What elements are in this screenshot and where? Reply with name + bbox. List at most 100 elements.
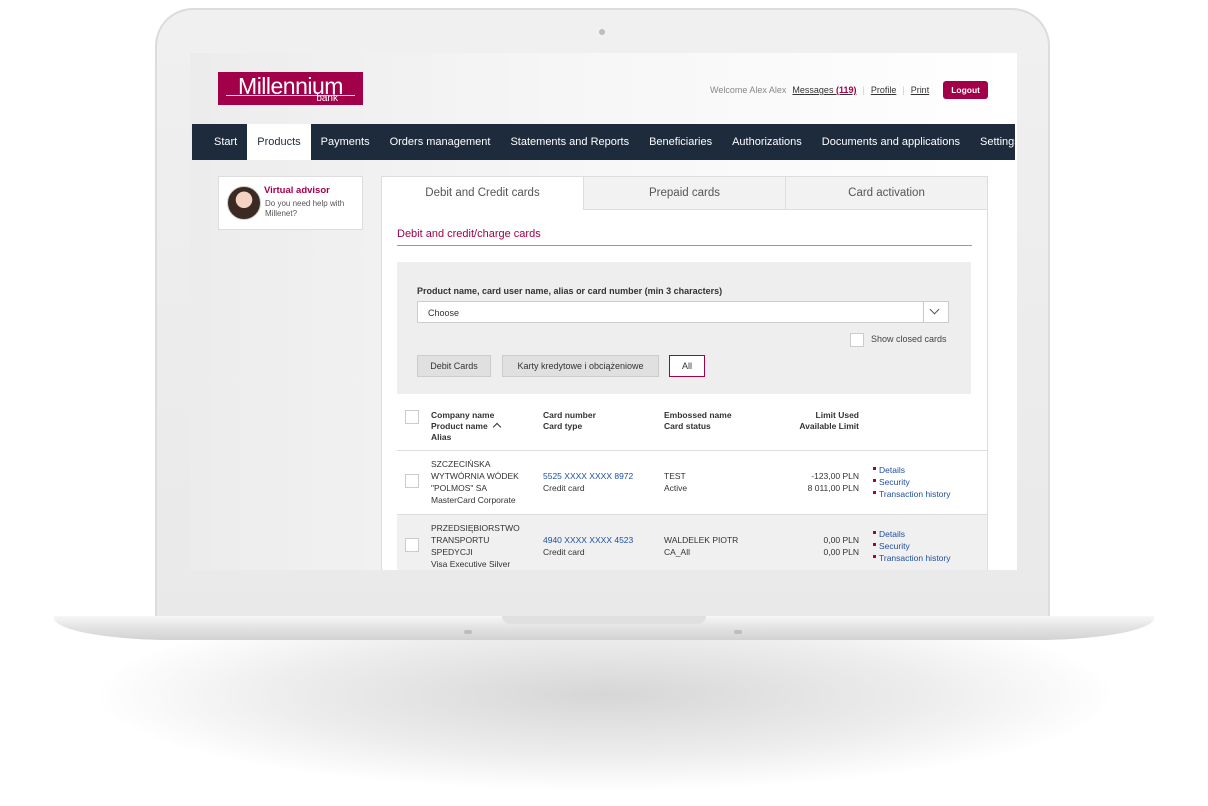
- separator: |: [902, 85, 905, 95]
- nav-item-products[interactable]: Products: [247, 124, 311, 160]
- header-company-name: Company name: [431, 410, 495, 420]
- header-product-name: Product name: [431, 421, 502, 432]
- card-search-select[interactable]: Choose: [417, 301, 949, 323]
- company-cell: SZCZECIŃSKA WYTWÓRNIA WÓDEK "POLMOS" SA …: [431, 458, 519, 506]
- credit-cards-button[interactable]: Karty kredytowe i obciążeniowe: [502, 355, 659, 377]
- tab-prepaid-cards[interactable]: Prepaid cards: [583, 177, 785, 210]
- card-number-link[interactable]: 5525 XXXX XXXX 8972: [543, 470, 633, 482]
- laptop-notch: [502, 616, 706, 624]
- top-bar: Welcome Alex Alex Messages (119) | Profi…: [710, 81, 988, 99]
- company-cell: PRZEDSIĘBIORSTWO TRANSPORTU SPEDYCJI Vis…: [431, 522, 520, 570]
- nav-item-payments[interactable]: Payments: [311, 124, 380, 160]
- available-limit: 8 011,00 PLN: [807, 483, 859, 493]
- header-card: Card number Card type: [543, 410, 596, 432]
- row-divider: [397, 514, 987, 515]
- card-status: Active: [664, 483, 688, 493]
- card-cell: 5525 XXXX XXXX 8972 Credit card: [543, 470, 633, 494]
- row-checkbox[interactable]: [405, 538, 419, 552]
- profile-link[interactable]: Profile: [871, 85, 897, 95]
- nav-item-orders-management[interactable]: Orders management: [380, 124, 501, 160]
- header-card-type: Card type: [543, 421, 583, 431]
- security-link[interactable]: Security: [873, 540, 951, 552]
- show-closed-checkbox[interactable]: [850, 333, 864, 347]
- advisor-title: Virtual advisor: [264, 185, 330, 196]
- card-status: CA_All: [664, 547, 690, 557]
- nav-item-documents-and-applications[interactable]: Documents and applications: [812, 124, 970, 160]
- messages-link[interactable]: Messages (119): [792, 85, 856, 95]
- virtual-advisor[interactable]: Virtual advisor Do you need help with Mi…: [218, 176, 363, 230]
- row-actions: Details Security Transaction history: [873, 464, 951, 500]
- card-type: Credit card: [543, 483, 585, 493]
- show-closed-label: Show closed cards: [871, 334, 947, 344]
- embossed-name: TEST: [664, 471, 686, 481]
- logout-button[interactable]: Logout: [943, 81, 988, 99]
- embossed-name: WALDELEK PIOTR: [664, 535, 739, 545]
- nav-item-start[interactable]: Start: [192, 124, 247, 160]
- company-line: PRZEDSIĘBIORSTWO: [431, 523, 520, 533]
- laptop-foot-right: [734, 630, 742, 634]
- row-checkbox[interactable]: [405, 474, 419, 488]
- available-limit: 0,00 PLN: [823, 547, 859, 557]
- tab-card-activation[interactable]: Card activation: [785, 177, 987, 210]
- header-embossed-name: Embossed name: [664, 410, 732, 420]
- table-divider: [397, 450, 987, 451]
- advisor-text: Do you need help with Millenet?: [265, 199, 345, 218]
- card-type: Credit card: [543, 547, 585, 557]
- nav-item-statements-and-reports[interactable]: Statements and Reports: [500, 124, 639, 160]
- card-number-link[interactable]: 4940 XXXX XXXX 4523: [543, 534, 633, 546]
- screen: Millennium bank Welcome Alex Alex Messag…: [190, 53, 1017, 570]
- laptop-foot-left: [464, 630, 472, 634]
- limit-cell: 0,00 PLN 0,00 PLN: [772, 534, 859, 558]
- company-line: SZCZECIŃSKA: [431, 459, 491, 469]
- header-company[interactable]: Company name Product name Alias: [431, 410, 502, 443]
- messages-count: (119): [835, 85, 857, 95]
- cards-panel: Debit and Credit cards Prepaid cards Car…: [381, 176, 988, 570]
- row-actions: Details Security Transaction history: [873, 528, 951, 564]
- millennium-logo[interactable]: Millennium bank: [218, 72, 363, 105]
- section-divider: [397, 245, 972, 246]
- header-limit-used: Limit Used: [815, 410, 859, 420]
- header-card-number: Card number: [543, 410, 596, 420]
- header-limit: Limit Used Available Limit: [772, 410, 859, 432]
- camera-dot: [599, 29, 605, 35]
- filter-label: Product name, card user name, alias or c…: [417, 286, 723, 296]
- limit-cell: -123,00 PLN 8 011,00 PLN: [772, 470, 859, 494]
- welcome-text: Welcome Alex Alex: [710, 85, 787, 95]
- nav-item-beneficiaries[interactable]: Beneficiaries: [639, 124, 722, 160]
- header-available-limit: Available Limit: [799, 421, 859, 431]
- company-line: "POLMOS" SA: [431, 483, 488, 493]
- details-link[interactable]: Details: [873, 464, 951, 476]
- card-cell: 4940 XXXX XXXX 4523 Credit card: [543, 534, 633, 558]
- company-line: WYTWÓRNIA WÓDEK: [431, 471, 519, 481]
- nav-item-settings[interactable]: Settings: [970, 124, 1017, 160]
- header-embossed: Embossed name Card status: [664, 410, 732, 432]
- limit-used: -123,00 PLN: [811, 471, 859, 481]
- transaction-history-link[interactable]: Transaction history: [873, 552, 951, 564]
- embossed-cell: TEST Active: [664, 470, 687, 494]
- filter-box: Product name, card user name, alias or c…: [397, 262, 971, 394]
- avatar: [227, 186, 261, 220]
- print-link[interactable]: Print: [911, 85, 930, 95]
- product-name: MasterCard Corporate: [431, 495, 516, 505]
- header-alias: Alias: [431, 432, 452, 442]
- sort-up-icon[interactable]: [492, 422, 502, 432]
- debit-cards-button[interactable]: Debit Cards: [417, 355, 491, 377]
- details-link[interactable]: Details: [873, 528, 951, 540]
- separator: |: [862, 85, 865, 95]
- all-button[interactable]: All: [669, 355, 705, 377]
- transaction-history-link[interactable]: Transaction history: [873, 488, 951, 500]
- logo-sub: bank: [316, 93, 338, 104]
- company-line: TRANSPORTU: [431, 535, 490, 545]
- product-name: Visa Executive Silver: [431, 559, 511, 569]
- select-all-checkbox[interactable]: [405, 410, 419, 424]
- tab-debit-and-credit-cards[interactable]: Debit and Credit cards: [382, 177, 583, 210]
- embossed-cell: WALDELEK PIOTR CA_All: [664, 534, 738, 558]
- select-value: Choose: [428, 308, 460, 318]
- company-line: SPEDYCJI: [431, 547, 473, 557]
- card-tabs: Debit and Credit cards Prepaid cards Car…: [382, 177, 987, 210]
- header-card-status: Card status: [664, 421, 711, 431]
- security-link[interactable]: Security: [873, 476, 951, 488]
- chevron-down-icon[interactable]: [923, 302, 948, 322]
- section-title: Debit and credit/charge cards: [397, 228, 541, 240]
- nav-item-authorizations[interactable]: Authorizations: [722, 124, 812, 160]
